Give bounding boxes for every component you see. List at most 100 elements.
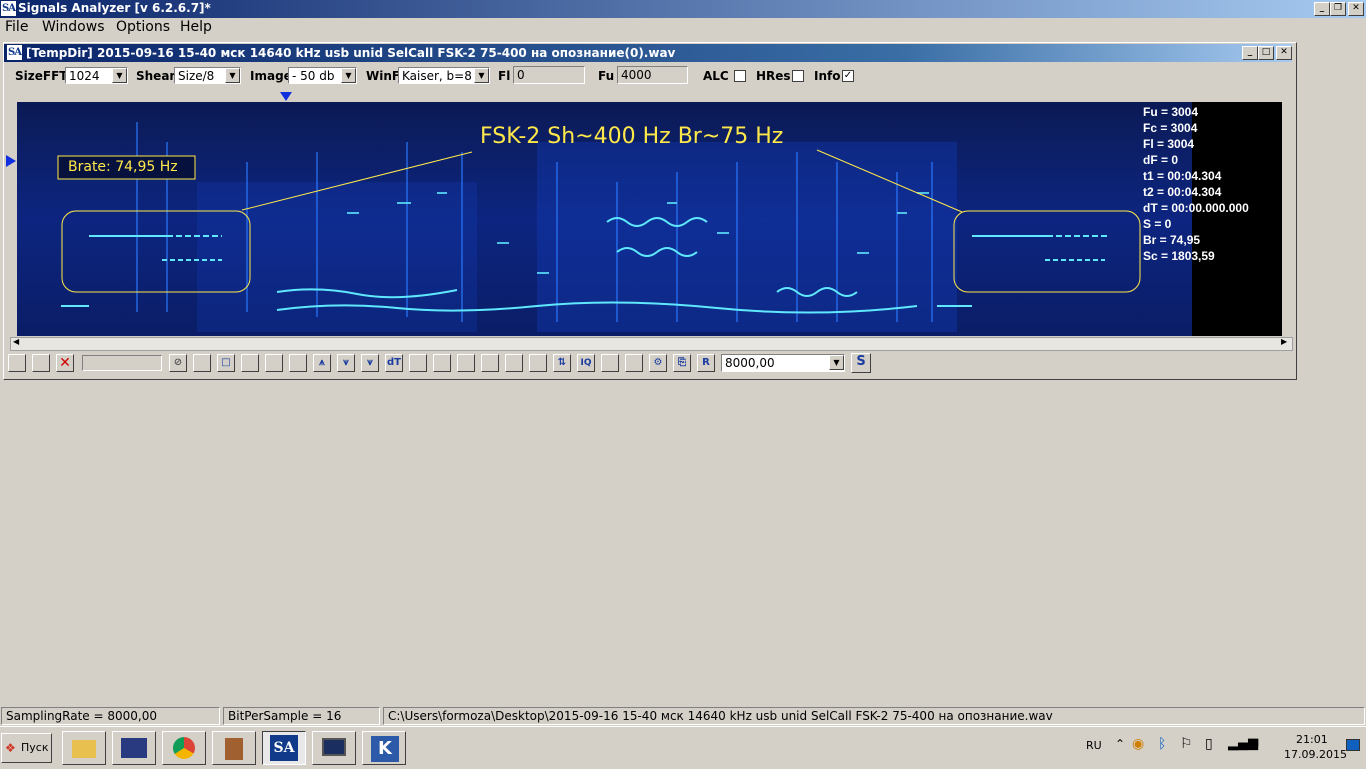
tool-k-button[interactable]: [529, 354, 547, 372]
fu-field[interactable]: 4000: [617, 66, 688, 84]
signals-analyzer-task-icon[interactable]: SA: [262, 731, 306, 765]
winf-label: WinF: [366, 69, 401, 83]
tool-save-button[interactable]: [32, 354, 50, 372]
start-label: Пуск: [21, 741, 49, 754]
explorer-task-icon[interactable]: [62, 731, 106, 765]
clock-time[interactable]: 21:01: [1296, 733, 1328, 746]
info-fl: Fl = 3004: [1143, 137, 1195, 151]
minimize-button[interactable]: _: [1314, 2, 1330, 16]
start-button[interactable]: ❖ Пуск: [1, 733, 52, 763]
chevron-down-icon: ▼: [225, 68, 240, 83]
progress-field: [82, 355, 162, 371]
close-button[interactable]: ✕: [1348, 2, 1364, 16]
antivirus-tray-icon[interactable]: ◉: [1132, 736, 1144, 752]
flag-tray-icon[interactable]: ⚐: [1180, 736, 1193, 752]
status-sampling-rate: SamplingRate = 8000,00: [1, 707, 220, 725]
analyzer-window-title-bar[interactable]: SA [TempDir] 2015-09-16 15-40 мск 14640 …: [4, 44, 1292, 62]
language-indicator[interactable]: RU: [1086, 739, 1102, 752]
tool-marker1-button[interactable]: ⩚: [313, 354, 331, 372]
tool-marker2-button[interactable]: ⩛: [337, 354, 355, 372]
child-minimize-button[interactable]: _: [1242, 46, 1258, 60]
fl-field[interactable]: 0: [513, 66, 585, 84]
window-logo-icon: SA: [7, 45, 22, 60]
tool-b-button[interactable]: □: [217, 354, 235, 372]
child-maximize-button[interactable]: □: [1258, 46, 1274, 60]
menu-file[interactable]: File: [5, 19, 28, 35]
sizefft-value: 1024: [69, 69, 100, 83]
info-df: dF = 0: [1143, 153, 1179, 167]
winrar-task-icon[interactable]: [112, 731, 156, 765]
menu-help[interactable]: Help: [180, 19, 212, 35]
shear-value: Size/8: [178, 69, 215, 83]
tool-a-button[interactable]: [193, 354, 211, 372]
app-title-bar[interactable]: SA Signals Analyzer [v 6.2.6.7]* _ ❐ ✕: [0, 0, 1366, 18]
sizefft-label: SizeFFT: [15, 69, 68, 83]
sample-rate-select[interactable]: 8000,00 ▼: [721, 354, 845, 372]
windows-logo-icon: ❖: [5, 741, 16, 755]
chrome-task-icon[interactable]: [162, 731, 206, 765]
tool-copy-icon[interactable]: ⎘: [673, 354, 691, 372]
tool-r-button[interactable]: R: [697, 354, 715, 372]
menu-options[interactable]: Options: [116, 19, 170, 35]
tool-g-button[interactable]: [433, 354, 451, 372]
hres-label: HRes: [756, 69, 791, 83]
app-logo-icon: SA: [1, 1, 16, 16]
tool-delete-button[interactable]: ✕: [56, 354, 74, 372]
sizefft-select[interactable]: 1024 ▼: [65, 67, 128, 84]
child-close-button[interactable]: ✕: [1276, 46, 1292, 60]
tool-open-button[interactable]: [8, 354, 26, 372]
shear-label: Shear: [136, 69, 176, 83]
menu-windows[interactable]: Windows: [42, 19, 105, 35]
tool-c-button[interactable]: [241, 354, 259, 372]
info-s: S = 0: [1143, 217, 1172, 231]
tool-l-button[interactable]: [601, 354, 619, 372]
sample-rate-value: 8000,00: [725, 356, 775, 370]
tool-marker3-button[interactable]: ⩛: [361, 354, 379, 372]
time-marker-icon[interactable]: [280, 92, 292, 101]
info-dt: dT = 00:00.000.000: [1143, 201, 1249, 215]
analyzer-window-title: [TempDir] 2015-09-16 15-40 мск 14640 kHz…: [26, 46, 676, 60]
monitor-task-icon[interactable]: [312, 731, 356, 765]
image-select[interactable]: - 50 db ▼: [288, 67, 357, 84]
info-t1: t1 = 00:04.304: [1143, 169, 1222, 183]
tool-d-button[interactable]: [265, 354, 283, 372]
tool-m-button[interactable]: [625, 354, 643, 372]
alc-checkbox[interactable]: [734, 70, 746, 82]
scroll-left-icon[interactable]: ◀: [13, 337, 19, 346]
freq-marker-icon[interactable]: [6, 155, 16, 167]
power-tray-icon[interactable]: ▯: [1205, 736, 1213, 752]
tool-dt-button[interactable]: dT: [385, 354, 403, 372]
tool-j-button[interactable]: [505, 354, 523, 372]
tool-h-button[interactable]: [457, 354, 475, 372]
tool-stop-button[interactable]: ⊘: [169, 354, 187, 372]
restore-button[interactable]: ❐: [1330, 2, 1346, 16]
status-file-path: C:\Users\formoza\Desktop\2015-09-16 15-4…: [383, 707, 1365, 725]
scroll-right-icon[interactable]: ▶: [1281, 337, 1287, 346]
spectrogram[interactable]: FSK-2 Sh~400 Hz Br~75 Hz Brate: 74,95 Hz…: [17, 102, 1282, 336]
hres-checkbox[interactable]: [792, 70, 804, 82]
chevron-down-icon: ▼: [112, 68, 127, 83]
k-app-task-icon[interactable]: K: [362, 731, 406, 765]
info-sc: Sc = 1803,59: [1143, 249, 1215, 263]
shear-select[interactable]: Size/8 ▼: [174, 67, 241, 84]
tool-s-button[interactable]: S: [851, 353, 871, 373]
show-desktop-icon[interactable]: [1346, 739, 1360, 751]
tool-swap-button[interactable]: ⇅: [553, 354, 571, 372]
volume-tray-icon[interactable]: 🔈︎: [1254, 735, 1262, 751]
bluetooth-tray-icon[interactable]: ᛒ: [1158, 736, 1166, 752]
info-checkbox[interactable]: ✓: [842, 70, 854, 82]
tray-expand-icon[interactable]: ⌃: [1115, 737, 1125, 751]
tool-gear-icon[interactable]: ⚙: [649, 354, 667, 372]
info-t2: t2 = 00:04.304: [1143, 185, 1222, 199]
clock-date[interactable]: 17.09.2015: [1284, 748, 1347, 761]
tool-iq-button[interactable]: IQ: [577, 354, 595, 372]
winf-select[interactable]: Kaiser, b=8 ▼: [398, 67, 490, 84]
app-task-icon[interactable]: [212, 731, 256, 765]
chevron-down-icon: ▼: [474, 68, 489, 83]
tool-f-button[interactable]: [409, 354, 427, 372]
horizontal-scrollbar[interactable]: ◀ ▶: [10, 337, 1293, 351]
fl-label: Fl: [498, 69, 511, 83]
status-bar: SamplingRate = 8000,00 BitPerSample = 16…: [0, 706, 1366, 726]
tool-e-button[interactable]: [289, 354, 307, 372]
tool-i-button[interactable]: [481, 354, 499, 372]
